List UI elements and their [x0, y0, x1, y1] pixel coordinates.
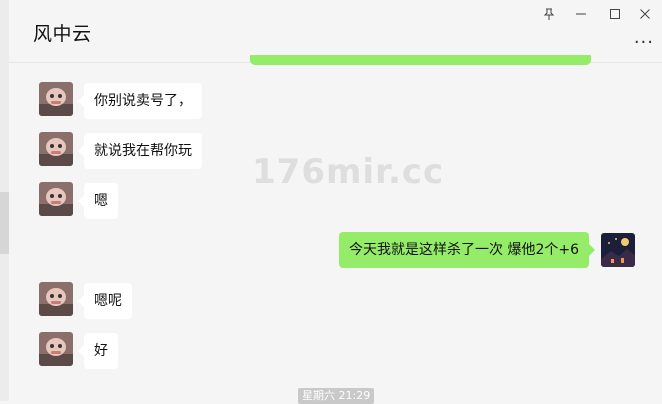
watermark-text: 176mir.cc	[252, 152, 445, 192]
contact-avatar[interactable]	[39, 332, 73, 366]
contact-avatar[interactable]	[39, 282, 73, 316]
contact-avatar[interactable]	[39, 82, 73, 116]
contact-avatar[interactable]	[39, 182, 73, 216]
message-bubble-incoming[interactable]: 嗯	[78, 183, 118, 219]
close-icon[interactable]	[628, 0, 662, 28]
previous-message-bubble	[250, 55, 591, 65]
message-bubble-incoming[interactable]: 你别说卖号了，	[78, 83, 202, 119]
message-bubble-outgoing[interactable]: 今天我就是这样杀了一次 爆他2个+6	[339, 232, 595, 268]
minimize-icon[interactable]	[564, 0, 598, 28]
message-bubble-incoming[interactable]: 嗯呢	[78, 283, 132, 319]
chat-header: 风中云 ···	[9, 0, 662, 63]
message-bubble-incoming[interactable]: 就说我在帮你玩	[78, 133, 202, 169]
contact-avatar[interactable]	[39, 132, 73, 166]
maximize-icon[interactable]	[598, 0, 632, 28]
user-avatar[interactable]	[601, 233, 635, 267]
pin-icon[interactable]	[532, 0, 566, 28]
timestamp-badge: 星期六 21:29	[298, 388, 375, 404]
scrollbar-thumb[interactable]	[0, 192, 9, 254]
chat-title: 风中云	[33, 23, 92, 45]
message-bubble-incoming[interactable]: 好	[78, 333, 118, 369]
more-options-button[interactable]: ···	[634, 32, 654, 53]
chat-list-scrollbar[interactable]	[0, 0, 9, 401]
